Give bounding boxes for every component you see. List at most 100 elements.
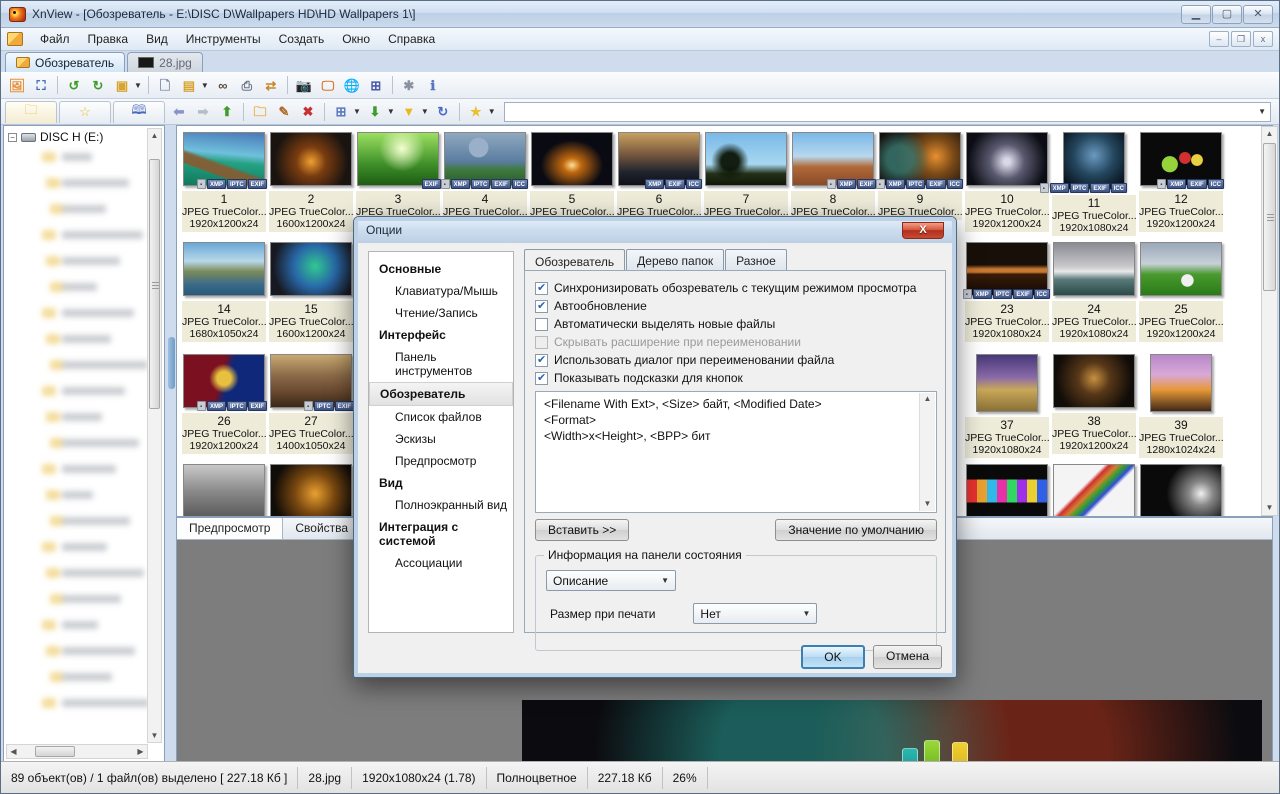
rename-icon[interactable]: ✎ [273, 102, 295, 122]
textarea-scroll-down-icon[interactable]: ▼ [920, 499, 935, 510]
address-combobox[interactable]: ▼ [504, 102, 1271, 122]
thumbnail-item[interactable] [1138, 464, 1224, 517]
thumbnail-item-2[interactable]: 2JPEG TrueColor...1600x1200x24 [268, 132, 354, 232]
child-restore-button[interactable]: ❐ [1231, 31, 1251, 47]
textarea-scrollbar[interactable]: ▲ ▼ [919, 393, 935, 511]
browse-icon[interactable]: 🖼 [6, 75, 28, 95]
properties-icon[interactable]: 🗋 [154, 75, 176, 95]
thumbnail-item[interactable] [1051, 464, 1137, 517]
tree-vertical-scrollbar[interactable]: ▲ ▼ [147, 128, 162, 743]
ok-button[interactable]: OK [801, 645, 865, 669]
thumbnail-image[interactable]: ▪IPTCEXIF [270, 354, 352, 408]
fullscreen-icon[interactable]: ⛶ [30, 75, 52, 95]
thumbnail-image[interactable] [270, 464, 352, 517]
checkbox-icon[interactable] [535, 300, 548, 313]
thumbnail-image[interactable] [966, 464, 1048, 517]
favorites-tab-icon[interactable]: ☆ [59, 101, 111, 123]
thumbnail-item-4[interactable]: ▪XMPIPTCEXIFICC4JPEG TrueColor... [442, 132, 528, 220]
tab-image-28jpg[interactable]: 28.jpg [127, 52, 203, 72]
scroll-down-icon[interactable]: ▼ [148, 729, 161, 742]
thumbnail-item-27[interactable]: ▪IPTCEXIF27JPEG TrueColor...1400x1050x24 [268, 354, 354, 454]
thumbnail-image[interactable] [976, 354, 1038, 412]
up-icon[interactable]: ⬆ [216, 102, 238, 122]
description-dropdown-icon[interactable]: ▼ [661, 576, 669, 585]
thumbnail-item-26[interactable]: ▪XMPIPTCEXIF26JPEG TrueColor...1920x1200… [181, 354, 267, 454]
thumbnail-image[interactable] [1053, 354, 1135, 408]
refresh-icon[interactable]: ↻ [432, 102, 454, 122]
rating-star-icon[interactable]: ★ [465, 102, 487, 122]
tree-expander-icon[interactable]: − [8, 133, 17, 142]
thumbnail-item-14[interactable]: 14JPEG TrueColor...1680x1050x24 [181, 242, 267, 342]
convert-icon[interactable]: ⇄ [260, 75, 282, 95]
move-to-folder-icon[interactable]: ▣ [111, 75, 133, 95]
thumbs-scroll-up-icon[interactable]: ▲ [1262, 127, 1277, 141]
menu-item-3[interactable]: Инструменты [177, 29, 270, 49]
options-category-7[interactable]: Эскизы [369, 428, 513, 450]
tree-horizontal-scrollbar[interactable]: ◀ ▶ [6, 744, 148, 759]
thumbnail-image[interactable]: ▪XMPIPTCEXIFICC [966, 242, 1048, 296]
thumbnail-item-25[interactable]: 25JPEG TrueColor...1920x1200x24 [1138, 242, 1224, 342]
web-icon[interactable]: 🌐 [341, 75, 363, 95]
thumbnail-image[interactable]: ▪XMPIPTCEXIFICC [879, 132, 961, 186]
filter-icon-dropdown[interactable]: ▼ [421, 107, 429, 116]
panel-splitter[interactable] [167, 125, 176, 762]
thumbnail-image[interactable] [1150, 354, 1212, 412]
options-category-11[interactable]: Интеграция с системой [369, 516, 513, 552]
batch-icon[interactable]: ⊞ [365, 75, 387, 95]
thumbnail-item[interactable] [964, 464, 1050, 517]
child-minimize-button[interactable]: – [1209, 31, 1229, 47]
checkbox-icon[interactable] [535, 372, 548, 385]
thumbnail-image[interactable]: ▪XMPIPTCEXIFICC [1063, 132, 1125, 190]
checkbox-icon[interactable] [535, 336, 548, 349]
thumbnail-item-5[interactable]: 5JPEG TrueColor... [529, 132, 615, 220]
menu-item-6[interactable]: Справка [379, 29, 444, 49]
move-to-folder-icon-dropdown[interactable]: ▼ [134, 81, 142, 90]
options-category-1[interactable]: Клавиатура/Мышь [369, 280, 513, 302]
rotate-left-icon[interactable]: ↺ [63, 75, 85, 95]
thumbs-scroll-thumb[interactable] [1263, 143, 1276, 291]
thumbnail-image[interactable] [270, 242, 352, 296]
thumbnail-image[interactable]: ▪XMPIPTCEXIFICC [444, 132, 526, 186]
options-category-9[interactable]: Вид [369, 472, 513, 494]
options-category-5[interactable]: Обозреватель [369, 382, 513, 406]
address-dropdown-icon[interactable]: ▼ [1258, 107, 1266, 116]
options-category-10[interactable]: Полноэкранный вид [369, 494, 513, 516]
thumbnail-item-37[interactable]: 37JPEG TrueColor...1920x1080x24 [964, 354, 1050, 458]
thumbnail-image[interactable]: ▪XMPEXIFICC [1140, 132, 1222, 186]
open-with-icon-dropdown[interactable]: ▼ [201, 81, 209, 90]
settings-gear-icon[interactable]: ✱ [398, 75, 420, 95]
sort-icon[interactable]: ⬇ [364, 102, 386, 122]
scroll-left-icon[interactable]: ◀ [7, 745, 20, 758]
thumbs-vertical-scrollbar[interactable]: ▲ ▼ [1261, 126, 1278, 516]
scroll-up-icon[interactable]: ▲ [148, 129, 161, 142]
view-mode-icon-dropdown[interactable]: ▼ [353, 107, 361, 116]
checkbox-icon[interactable] [535, 282, 548, 295]
open-with-icon[interactable]: ▤ [178, 75, 200, 95]
back-icon[interactable]: ⬅ [168, 102, 190, 122]
search-icon[interactable]: ∞ [212, 75, 234, 95]
thumbnail-image[interactable]: XMPEXIFICC [618, 132, 700, 186]
thumbs-scroll-down-icon[interactable]: ▼ [1262, 501, 1277, 515]
splitter-handle[interactable] [168, 337, 175, 389]
thumbnail-item-6[interactable]: XMPEXIFICC6JPEG TrueColor... [616, 132, 702, 220]
thumbnail-image[interactable] [270, 132, 352, 186]
rotate-right-icon[interactable]: ↻ [87, 75, 109, 95]
options-category-2[interactable]: Чтение/Запись [369, 302, 513, 324]
scroll-right-icon[interactable]: ▶ [134, 745, 147, 758]
thumbnail-image[interactable] [1053, 464, 1135, 517]
thumbnail-item-15[interactable]: 15JPEG TrueColor...1600x1200x24 [268, 242, 354, 342]
slideshow-icon[interactable]: 🖵 [317, 75, 339, 95]
thumbnail-image[interactable] [1140, 242, 1222, 296]
thumbnail-item[interactable] [181, 464, 267, 517]
tree-root-item[interactable]: − DISC H (E:) [4, 126, 164, 146]
view-mode-icon[interactable]: ⊞ [330, 102, 352, 122]
filter-icon[interactable]: ▼ [398, 102, 420, 122]
thumbnail-image[interactable] [705, 132, 787, 186]
thumbnail-image[interactable]: ▪XMPIPTCEXIF [183, 132, 265, 186]
thumbnail-image[interactable]: ▪XMPIPTCEXIF [183, 354, 265, 408]
description-combobox[interactable]: Описание ▼ [546, 570, 676, 591]
thumbnail-image[interactable] [1140, 464, 1222, 517]
options-category-12[interactable]: Ассоциации [369, 552, 513, 574]
menu-item-4[interactable]: Создать [270, 29, 334, 49]
forward-icon[interactable]: ➡ [192, 102, 214, 122]
